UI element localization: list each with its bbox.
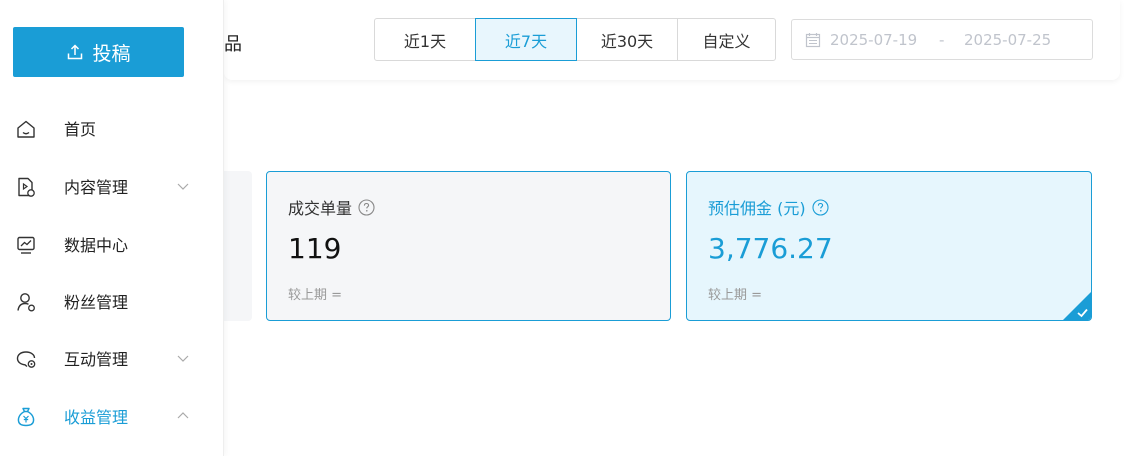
metric-label: 预估佣金 (元) [708,199,806,218]
chevron-down-icon [177,183,189,190]
chevron-up-icon [177,412,189,419]
metric-label: 成交单量 [288,199,353,218]
metric-comparison: 较上期 = [288,288,343,303]
app-root: 品 近1天 近7天 近30天 自定义 2025-07-19 - 2025-07-… [0,0,1126,456]
sidebar-item-interaction[interactable]: 互动管理 [0,338,224,378]
fans-icon [15,291,37,313]
sidebar-item-label: 数据中心 [64,236,129,255]
period-tab-7d[interactable]: 近7天 [475,18,577,61]
metric-comparison: 较上期 = [708,288,763,303]
help-icon[interactable] [812,198,829,216]
sidebar-item-revenue[interactable]: 收益管理 [0,396,224,436]
selected-check-icon [1063,292,1091,320]
sidebar-item-label: 首页 [64,120,97,139]
comment-icon [15,348,37,370]
sidebar-item-fans[interactable]: 粉丝管理 [0,281,224,321]
period-tab-custom[interactable]: 自定义 [677,18,776,61]
publish-label: 投稿 [92,42,131,65]
date-end[interactable]: 2025-07-25 [964,31,1051,49]
date-range-picker[interactable]: 2025-07-19 - 2025-07-25 [791,19,1093,60]
chart-icon [15,234,37,256]
calendar-icon [805,32,821,48]
content-icon [15,176,37,198]
metric-value: 119 [288,232,342,265]
metric-label-wrap: 预估佣金 (元) [708,195,829,219]
section-title: 品 [224,34,242,55]
period-tab-30d[interactable]: 近30天 [576,18,678,61]
publish-button[interactable]: 投稿 [13,27,184,77]
metric-label-wrap: 成交单量 [288,195,375,219]
metric-card-partial[interactable] [224,171,252,321]
home-icon [15,118,37,140]
date-start[interactable]: 2025-07-19 [830,31,917,49]
sidebar-item-label: 内容管理 [64,178,129,197]
chevron-down-icon [177,355,189,362]
money-bag-icon [15,406,37,428]
sidebar-item-label: 互动管理 [64,350,129,369]
sidebar-item-data-center[interactable]: 数据中心 [0,224,224,264]
period-selector: 近1天 近7天 近30天 自定义 [374,18,776,61]
help-icon[interactable] [358,198,375,216]
metric-value: 3,776.27 [708,232,833,265]
sidebar-item-content[interactable]: 内容管理 [0,166,224,206]
upload-icon [68,44,83,60]
sidebar-item-label: 收益管理 [64,408,129,427]
metric-card-orders[interactable]: 成交单量 119 较上期 = [266,171,671,321]
sidebar-item-home[interactable]: 首页 [0,108,224,148]
sidebar-item-label: 粉丝管理 [64,293,129,312]
sidebar: 投稿 首页 内容管理 数据中心 粉丝管理 互动管理 收益管理 [0,0,224,456]
metric-card-commission[interactable]: 预估佣金 (元) 3,776.27 较上期 = [686,171,1092,321]
date-separator: - [939,30,945,49]
period-tab-1d[interactable]: 近1天 [374,18,476,61]
